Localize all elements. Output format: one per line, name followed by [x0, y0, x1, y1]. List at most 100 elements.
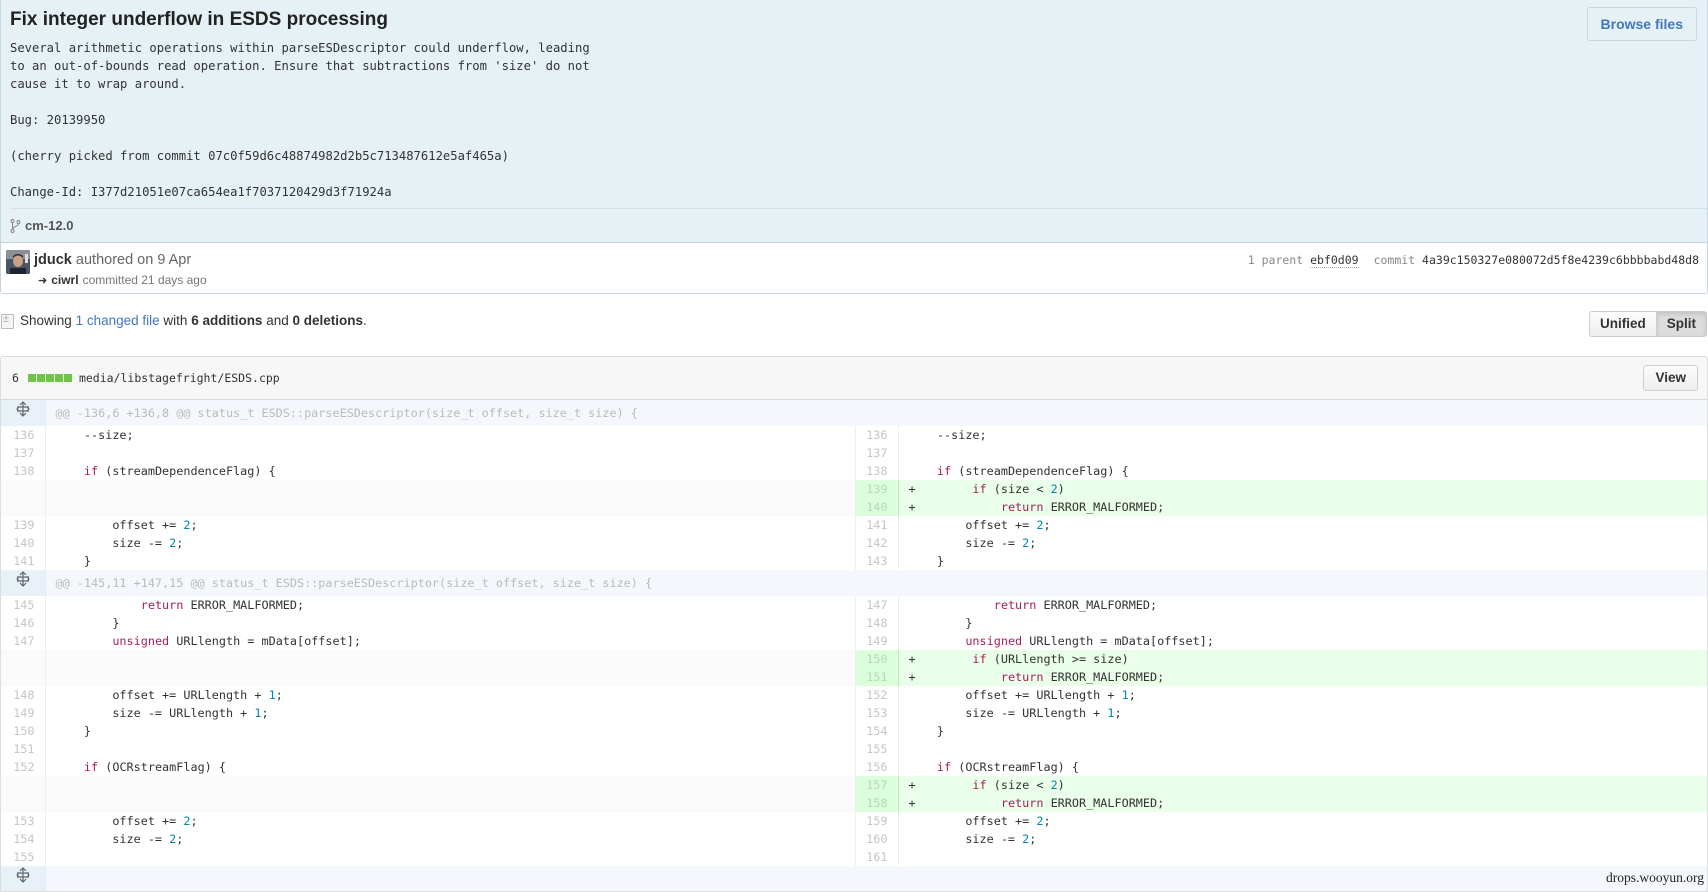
left-line-number[interactable]: 152: [1, 758, 46, 776]
author-name[interactable]: jduck: [34, 252, 72, 268]
right-line-number[interactable]: 150: [854, 650, 899, 668]
diff-row-addition: 140 + return ERROR_MALFORMED;: [1, 498, 1707, 516]
left-line-number[interactable]: 138: [1, 462, 46, 480]
expand-button[interactable]: [1, 570, 46, 596]
left-line-number[interactable]: 148: [1, 686, 46, 704]
right-line-number[interactable]: 154: [854, 722, 899, 740]
right-line-number[interactable]: 158: [854, 794, 899, 812]
left-line-number[interactable]: 155: [1, 848, 46, 866]
right-line-number[interactable]: 142: [854, 534, 899, 552]
right-line-number[interactable]: 155: [854, 740, 899, 758]
diff-view-toggle: Unified Split: [1589, 311, 1707, 337]
left-line-number[interactable]: 151: [1, 740, 46, 758]
branch-label[interactable]: cm-12.0: [10, 218, 73, 233]
diffstat-block: [63, 374, 72, 382]
right-line-number[interactable]: 141: [854, 516, 899, 534]
right-code: }: [908, 616, 973, 630]
diff-row-context: 140 size -= 2; 142 size -= 2;: [1, 534, 1707, 552]
right-line-number[interactable]: 159: [854, 812, 899, 830]
left-line-number[interactable]: [1, 776, 46, 794]
diff-row-context: 137 137: [1, 444, 1707, 462]
diff-table: @@ -136,6 +136,8 @@ status_t ESDS::parse…: [1, 400, 1707, 891]
right-code: if (OCRstreamFlag) {: [936, 760, 1079, 774]
hunk-footer: [1, 866, 1707, 891]
left-code: size -= 2;: [55, 536, 184, 550]
parent-sha-link[interactable]: ebf0d09: [1310, 253, 1359, 268]
diff-row-context: 155 161: [1, 848, 1707, 866]
file-header: 6 media/libstagefright/ESDS.cpp View: [1, 357, 1707, 400]
diff-summary-text: Showing 1 changed file with 6 additions …: [20, 313, 367, 328]
diff-row-addition: 151 + return ERROR_MALFORMED;: [1, 668, 1707, 686]
left-line-number[interactable]: [1, 650, 46, 668]
right-line-number[interactable]: 148: [854, 614, 899, 632]
right-line-number[interactable]: 140: [854, 498, 899, 516]
right-line-number[interactable]: 156: [854, 758, 899, 776]
diff-row-context: 147 unsigned URLlength = mData[offset]; 1…: [1, 632, 1707, 650]
expand-icon: [15, 401, 30, 417]
right-line-number[interactable]: 160: [854, 830, 899, 848]
right-line-number[interactable]: 151: [854, 668, 899, 686]
left-line-number[interactable]: 150: [1, 722, 46, 740]
description-line: [10, 129, 1698, 147]
left-line-number[interactable]: 149: [1, 704, 46, 722]
avatar[interactable]: [6, 250, 30, 274]
hunk-header: @@ -136,6 +136,8 @@ status_t ESDS::parse…: [1, 400, 1707, 426]
left-line-number[interactable]: [1, 668, 46, 686]
committed-text: committed 21 days ago: [82, 273, 207, 287]
diff-file-icon[interactable]: [1, 313, 14, 329]
period: .: [363, 313, 367, 328]
browse-files-button[interactable]: Browse files: [1586, 7, 1697, 41]
hunk-header-text: @@ -136,6 +136,8 @@ status_t ESDS::parse…: [45, 400, 1707, 426]
left-line-number[interactable]: 145: [1, 596, 46, 614]
commit-box: Fix integer underflow in ESDS processing…: [0, 0, 1708, 294]
diff-row-addition: 139 + if (size < 2): [1, 480, 1707, 498]
description-line: Change-Id: I377d21051e07ca654ea1f7037120…: [10, 185, 392, 199]
left-code: if (OCRstreamFlag) {: [83, 760, 226, 774]
right-line-number[interactable]: 143: [854, 552, 899, 570]
right-line-number[interactable]: 153: [854, 704, 899, 722]
commit-title-area: Fix integer underflow in ESDS processing…: [1, 0, 1707, 243]
author-line: jduck authored on 9 Apr: [34, 252, 191, 268]
view-file-button[interactable]: View: [1643, 365, 1698, 391]
right-line-number[interactable]: 136: [854, 426, 899, 444]
changed-files-link[interactable]: 1 changed file: [76, 313, 160, 328]
right-code: --size;: [908, 428, 987, 442]
right-line-number[interactable]: 139: [854, 480, 899, 498]
right-code: offset += 2;: [908, 518, 1051, 532]
right-code: size -= 2;: [908, 536, 1037, 550]
left-line-number[interactable]: 141: [1, 552, 46, 570]
diff-row-context: 138 if (streamDependenceFlag) {138 if (s…: [1, 462, 1707, 480]
left-line-number[interactable]: 136: [1, 426, 46, 444]
diff-row-addition: 158 + return ERROR_MALFORMED;: [1, 794, 1707, 812]
left-line-number[interactable]: 146: [1, 614, 46, 632]
right-line-number[interactable]: 161: [854, 848, 899, 866]
diffstat-block: [36, 374, 45, 382]
left-line-number[interactable]: [1, 794, 46, 812]
right-line-number[interactable]: 157: [854, 776, 899, 794]
expand-button[interactable]: [1, 400, 46, 426]
right-line-number[interactable]: 147: [854, 596, 899, 614]
file-path[interactable]: media/libstagefright/ESDS.cpp: [79, 371, 280, 385]
right-line-number[interactable]: 152: [854, 686, 899, 704]
right-code: size -= 2;: [908, 832, 1037, 846]
left-line-number[interactable]: 153: [1, 812, 46, 830]
diff-row-context: 154 size -= 2; 160 size -= 2;: [1, 830, 1707, 848]
left-line-number[interactable]: [1, 480, 46, 498]
left-code: [45, 480, 855, 498]
expand-button[interactable]: [1, 866, 46, 891]
right-line-number[interactable]: 138: [854, 462, 899, 480]
left-line-number[interactable]: 139: [1, 516, 46, 534]
right-line-number[interactable]: 137: [854, 444, 899, 462]
left-line-number[interactable]: 147: [1, 632, 46, 650]
right-line-number[interactable]: 149: [854, 632, 899, 650]
expand-icon: [15, 867, 30, 883]
left-line-number[interactable]: [1, 498, 46, 516]
left-line-number[interactable]: 137: [1, 444, 46, 462]
right-code: [898, 444, 1707, 462]
left-line-number[interactable]: 140: [1, 534, 46, 552]
unified-button[interactable]: Unified: [1589, 311, 1657, 337]
left-line-number[interactable]: 154: [1, 830, 46, 848]
committer-name[interactable]: ciwrl: [51, 273, 78, 287]
file-stat: 6 media/libstagefright/ESDS.cpp: [12, 371, 280, 385]
split-button[interactable]: Split: [1656, 311, 1707, 337]
